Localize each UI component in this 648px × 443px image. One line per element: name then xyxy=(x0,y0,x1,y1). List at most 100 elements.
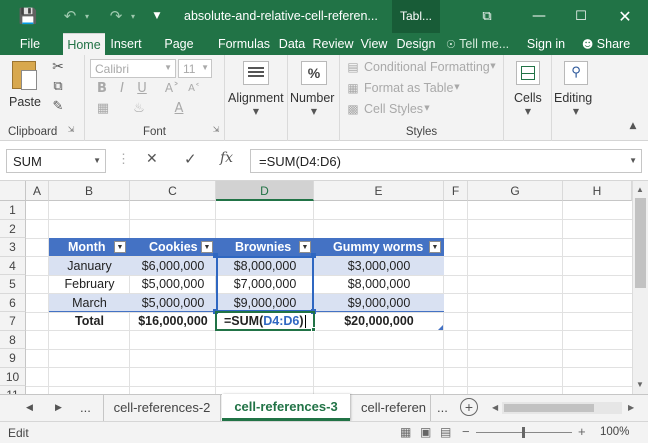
minimize-icon[interactable]: — xyxy=(528,0,550,33)
formula-input[interactable]: =SUM(D4:D6) ▼ xyxy=(250,149,642,173)
zoom-level[interactable]: 100% xyxy=(600,426,629,438)
row-header-6[interactable]: 6 xyxy=(0,293,26,312)
table-resize-handle[interactable] xyxy=(438,325,443,330)
tab-data[interactable]: Data xyxy=(276,33,308,55)
table-cell[interactable]: $9,000,000 xyxy=(314,293,444,312)
horizontal-scrollbar[interactable] xyxy=(502,402,622,414)
format-painter-icon[interactable]: ✎ xyxy=(50,99,66,114)
hscroll-left-icon[interactable]: ◀ xyxy=(492,403,498,412)
share-button[interactable]: ☻ Share xyxy=(576,33,636,55)
grow-font-icon[interactable]: A˃ xyxy=(163,81,181,95)
table-cell[interactable]: March xyxy=(49,293,130,312)
hscroll-thumb[interactable] xyxy=(504,404,594,412)
next-sheet-icon[interactable]: ▶ xyxy=(55,402,62,413)
copy-icon[interactable]: ⧉ xyxy=(50,79,66,94)
normal-view-icon[interactable]: ▦ xyxy=(400,425,411,439)
table-header-gummy-worms[interactable]: Gummy worms xyxy=(314,238,444,256)
splitter-icon[interactable]: ⋮ xyxy=(117,151,130,167)
sign-in-link[interactable]: Sign in xyxy=(525,33,567,55)
scroll-down-icon[interactable]: ▼ xyxy=(636,380,644,389)
collapse-ribbon-icon[interactable]: ▲ xyxy=(626,121,640,131)
font-color-icon[interactable]: A xyxy=(171,101,187,116)
redo-icon[interactable]: ↷ xyxy=(106,0,126,33)
bold-icon[interactable]: B xyxy=(95,81,109,96)
maximize-icon[interactable]: ☐ xyxy=(570,0,592,33)
tab-review[interactable]: Review xyxy=(311,33,355,55)
tab-insert[interactable]: Insert xyxy=(108,33,144,55)
page-break-view-icon[interactable]: ▤ xyxy=(440,425,451,439)
table-cell[interactable]: February xyxy=(49,275,130,293)
alignment-group[interactable]: Alignment ▼ xyxy=(225,55,288,141)
zoom-out-icon[interactable]: − xyxy=(462,424,470,439)
total-cookies[interactable]: $16,000,000 xyxy=(130,312,216,330)
row-header-7[interactable]: 7 xyxy=(0,312,26,331)
column-header-b[interactable]: B xyxy=(49,181,130,201)
column-header-f[interactable]: F xyxy=(444,181,468,201)
sheet-tab-cell-references-2[interactable]: cell-references-2 xyxy=(103,395,221,421)
row-header-10[interactable]: 10 xyxy=(0,367,26,386)
total-label[interactable]: Total xyxy=(49,312,130,330)
cut-icon[interactable]: ✂ xyxy=(50,59,66,75)
fill-handle[interactable] xyxy=(311,327,316,332)
paste-button[interactable]: Paste xyxy=(6,59,44,115)
table-cell[interactable]: $8,000,000 xyxy=(314,275,444,293)
tab-file[interactable]: File xyxy=(12,33,48,55)
total-gummy-worms[interactable]: $20,000,000 xyxy=(314,312,444,330)
add-sheet-icon[interactable]: + xyxy=(460,398,478,416)
undo-dropdown-icon[interactable]: ▾ xyxy=(82,0,92,33)
underline-icon[interactable]: U xyxy=(135,81,149,96)
undo-icon[interactable]: ↶ xyxy=(60,0,80,33)
column-header-h[interactable]: H xyxy=(563,181,632,201)
save-icon[interactable]: 💾 xyxy=(18,0,38,33)
fill-color-icon[interactable]: ♨ xyxy=(131,101,147,116)
row-header-5[interactable]: 5 xyxy=(0,275,26,294)
sheet-tab-cell-references-3[interactable]: cell-references-3 xyxy=(222,394,350,421)
table-cell[interactable]: $3,000,000 xyxy=(314,256,444,275)
zoom-in-icon[interactable]: + xyxy=(578,424,586,439)
more-sheets-button[interactable]: ... xyxy=(80,400,91,415)
clipboard-launcher-icon[interactable]: ⇲ xyxy=(66,125,76,134)
redo-dropdown-icon[interactable]: ▾ xyxy=(128,0,138,33)
tab-home[interactable]: Home xyxy=(63,33,105,55)
row-header-1[interactable]: 1 xyxy=(0,201,26,220)
row-header-3[interactable]: 3 xyxy=(0,238,26,257)
row-header-11[interactable]: 11 xyxy=(0,386,26,394)
shrink-font-icon[interactable]: A˂ xyxy=(185,83,203,94)
hscroll-right-icon[interactable]: ▶ xyxy=(628,403,634,412)
tab-design[interactable]: Design xyxy=(393,33,439,55)
format-as-table-button[interactable]: Format as Table xyxy=(364,81,453,95)
cancel-icon[interactable]: ✕ xyxy=(146,151,158,167)
restore-icon[interactable]: ⧉ xyxy=(476,0,498,33)
editing-group[interactable]: ⚲ Editing ▼ xyxy=(552,55,600,141)
table-cell[interactable]: $5,000,000 xyxy=(130,275,216,293)
zoom-slider-thumb[interactable] xyxy=(522,427,525,438)
customize-icon[interactable]: ▼ xyxy=(150,0,164,33)
row-header-8[interactable]: 8 xyxy=(0,330,26,349)
close-icon[interactable]: ✕ xyxy=(614,0,636,33)
tell-me[interactable]: ☉ Tell me... xyxy=(446,33,522,55)
range-handle[interactable] xyxy=(213,253,218,258)
borders-icon[interactable]: ▦ xyxy=(95,101,111,116)
table-cell[interactable]: January xyxy=(49,256,130,275)
name-box[interactable]: SUM ▼ xyxy=(6,149,106,173)
column-header-d[interactable]: D xyxy=(216,181,314,201)
column-header-g[interactable]: G xyxy=(468,181,563,201)
zoom-slider[interactable] xyxy=(476,427,572,438)
sheet-tab-cell-references-4[interactable]: cell-referen xyxy=(351,395,431,421)
range-handle[interactable] xyxy=(311,253,316,258)
row-header-4[interactable]: 4 xyxy=(0,256,26,275)
fx-icon[interactable]: fx xyxy=(220,150,233,166)
column-header-e[interactable]: E xyxy=(314,181,444,201)
cell-styles-button[interactable]: Cell Styles xyxy=(364,102,423,116)
font-launcher-icon[interactable]: ⇲ xyxy=(211,125,221,134)
expand-formula-icon[interactable]: ▼ xyxy=(629,156,637,165)
tab-view[interactable]: View xyxy=(359,33,389,55)
number-group[interactable]: % Number ▼ xyxy=(288,55,340,141)
cells-group[interactable]: Cells ▼ xyxy=(504,55,552,141)
row-header-2[interactable]: 2 xyxy=(0,219,26,238)
page-layout-view-icon[interactable]: ▣ xyxy=(420,425,431,439)
more-sheets-right-button[interactable]: ... xyxy=(437,400,448,415)
tab-page-layout[interactable]: Page Layou xyxy=(146,33,212,73)
font-size-select[interactable]: 11 ▼ xyxy=(178,59,212,78)
conditional-formatting-button[interactable]: Conditional Formatting xyxy=(364,60,490,74)
